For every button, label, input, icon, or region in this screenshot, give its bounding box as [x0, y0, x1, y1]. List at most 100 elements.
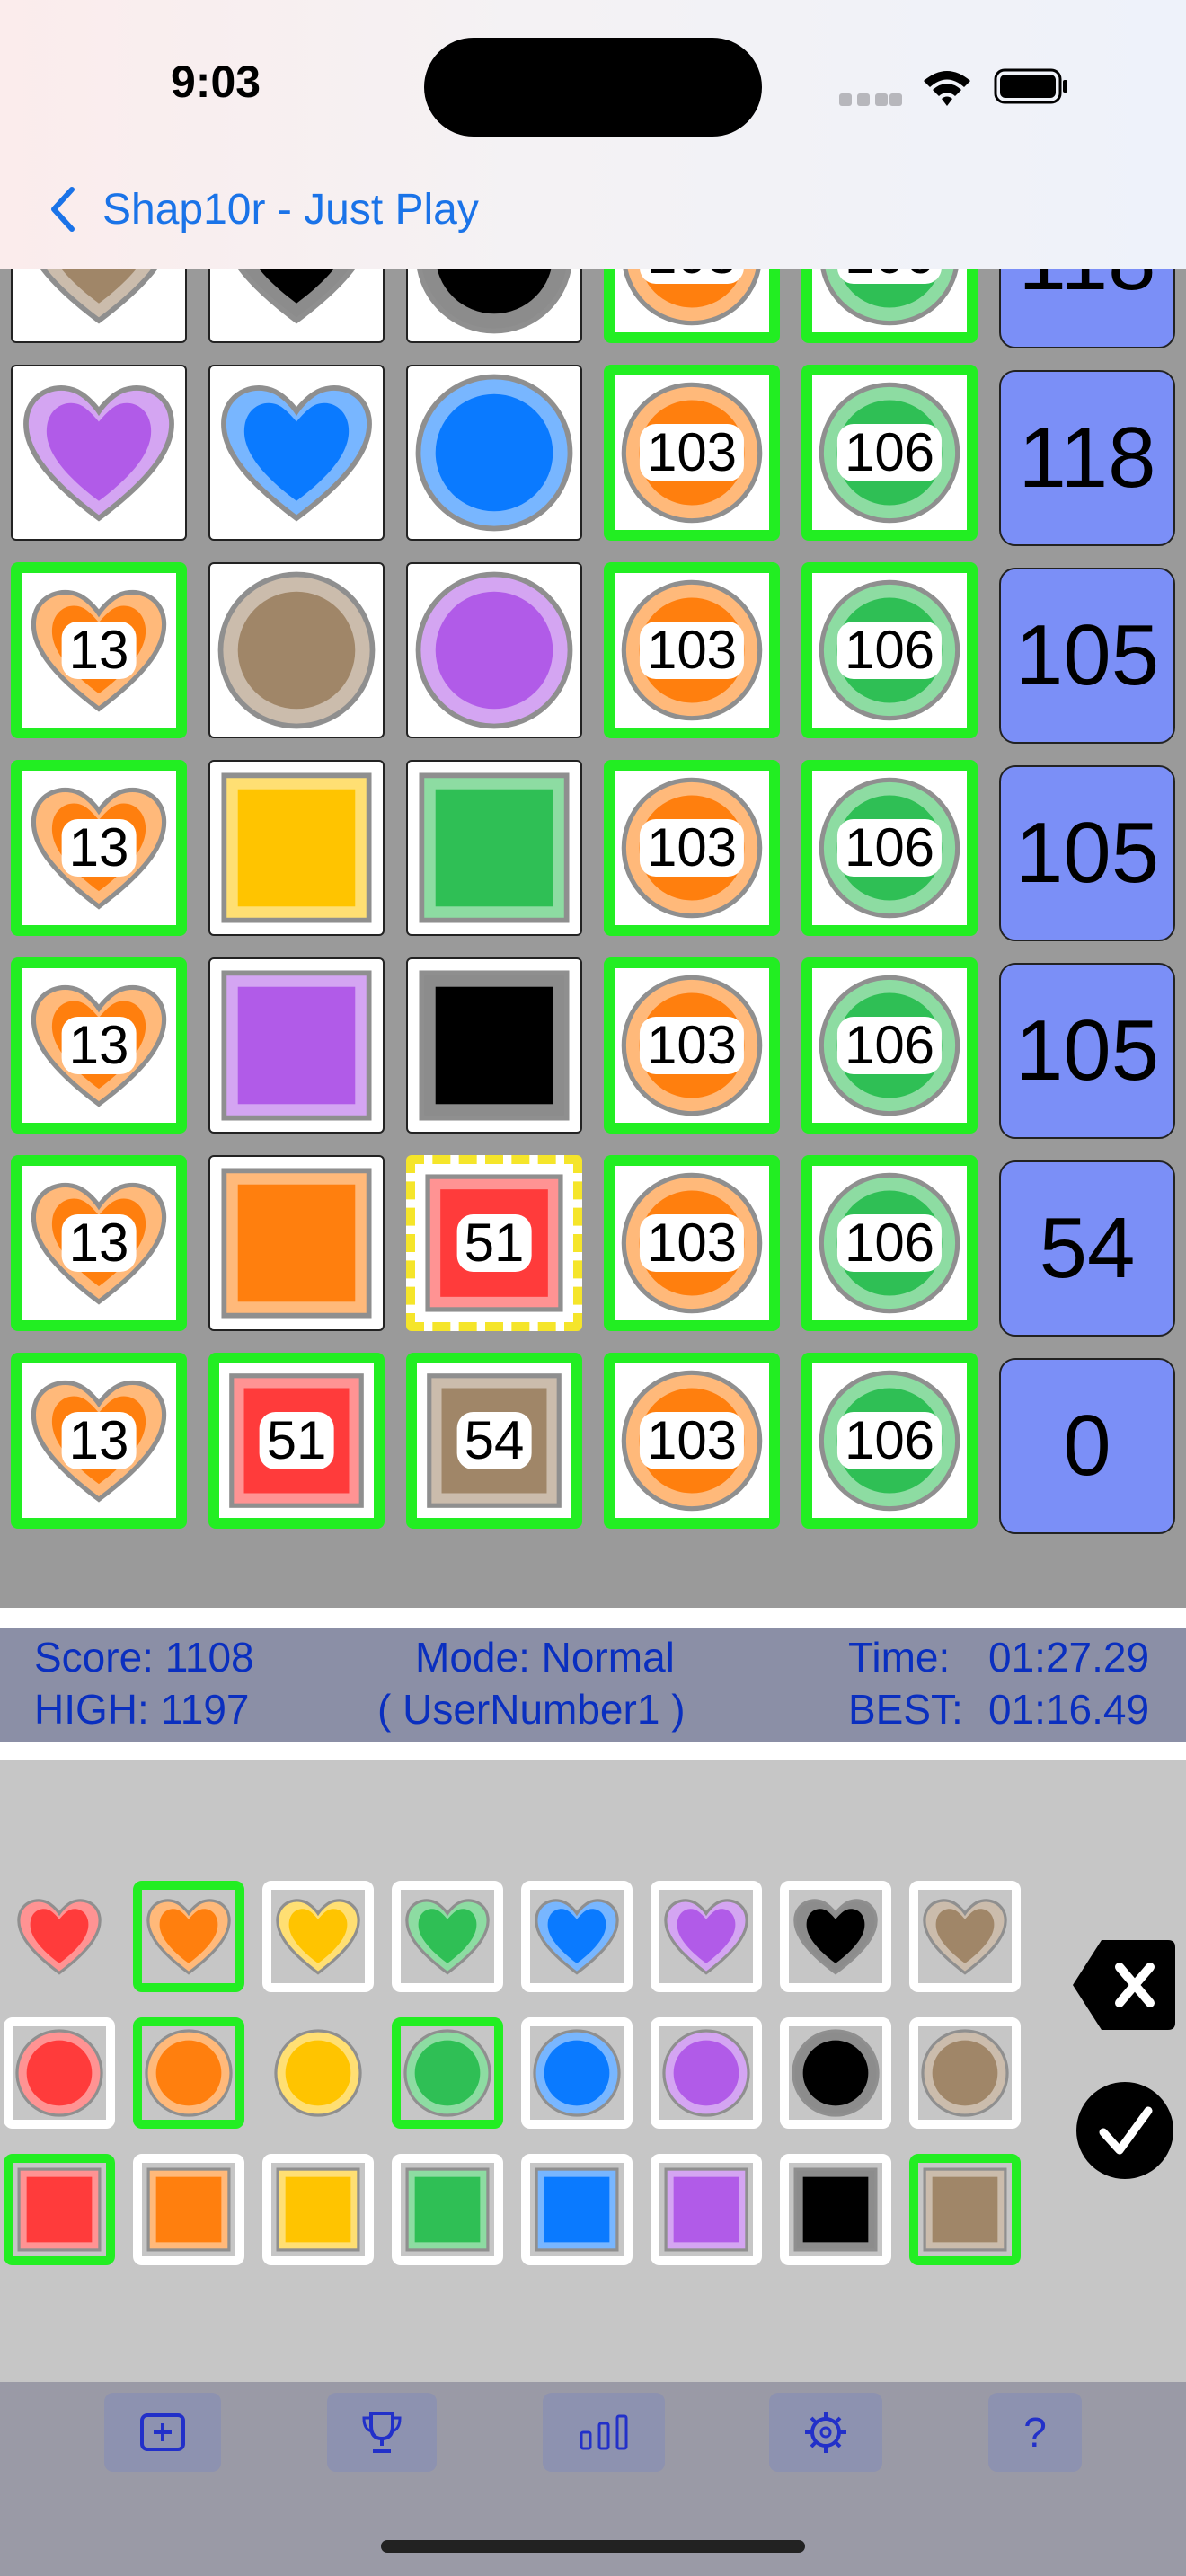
board-cell[interactable] [406, 365, 582, 541]
board-cell[interactable]: 13 [11, 1353, 187, 1529]
board-cell[interactable]: 106 [801, 269, 978, 343]
board-cell[interactable]: 13 [11, 1155, 187, 1331]
cell-number: 106 [836, 819, 943, 877]
palette-square-2[interactable] [262, 2154, 374, 2265]
square-icon [923, 2167, 1007, 2252]
palette-circle-7[interactable] [909, 2017, 1021, 2129]
circle-icon [921, 2029, 1009, 2117]
square-icon [221, 1168, 372, 1319]
palette-square-3[interactable] [392, 2154, 503, 2265]
board-cell[interactable]: 106 [801, 957, 978, 1134]
board-cell[interactable] [11, 269, 187, 343]
board-cell[interactable]: 54 [406, 1353, 582, 1529]
square-icon [419, 772, 570, 923]
palette-circle-2[interactable] [262, 2017, 374, 2129]
tab-leaderboard[interactable] [327, 2393, 437, 2472]
back-button[interactable]: Shap10r - Just Play [45, 178, 479, 241]
palette-circle-5[interactable] [651, 2017, 762, 2129]
cell-number: 51 [456, 1214, 532, 1272]
board-cell[interactable]: 106 [801, 1155, 978, 1331]
heart-icon [40, 269, 158, 324]
score-label: Score: 1108 [34, 1634, 254, 1681]
checkmark-icon[interactable] [1075, 2080, 1175, 2181]
tab-stats[interactable] [543, 2393, 665, 2472]
board-cell[interactable] [208, 562, 385, 738]
board-cell[interactable]: 103 [604, 269, 780, 343]
board-cell[interactable]: 103 [604, 365, 780, 541]
palette-square-5[interactable] [651, 2154, 762, 2265]
palette-square-0[interactable] [4, 2154, 115, 2265]
palette-circle-0[interactable] [4, 2017, 115, 2129]
cell-number: 13 [61, 622, 137, 679]
palette-square-4[interactable] [521, 2154, 633, 2265]
board-cell[interactable]: 51 [208, 1353, 385, 1529]
circle-icon [403, 2029, 491, 2117]
user-name[interactable]: ( UserNumber1 ) [377, 1685, 686, 1734]
heart-icon [535, 1899, 619, 1975]
palette-square-6[interactable] [780, 2154, 891, 2265]
board-cell[interactable]: 51 [406, 1155, 582, 1331]
board-cell[interactable] [208, 269, 385, 343]
palette-heart-3[interactable] [392, 1881, 503, 1992]
circle-icon [274, 2029, 362, 2117]
board-cell[interactable] [208, 957, 385, 1134]
board-cell[interactable]: 103 [604, 1155, 780, 1331]
heart-icon [923, 1899, 1007, 1975]
board-cell[interactable] [208, 760, 385, 936]
add-square-icon [140, 2413, 185, 2451]
board-cell[interactable]: 103 [604, 760, 780, 936]
cell-number: 54 [456, 1412, 532, 1469]
palette-square-1[interactable] [133, 2154, 244, 2265]
board-cell[interactable]: 106 [801, 760, 978, 936]
backspace-icon[interactable] [1069, 1936, 1179, 2033]
cell-number: 103 [639, 622, 745, 679]
tab-new-game[interactable] [104, 2393, 221, 2472]
board-cell[interactable] [406, 269, 582, 343]
palette-circle-3[interactable] [392, 2017, 503, 2129]
tab-settings[interactable] [769, 2393, 882, 2472]
board-cell[interactable]: 103 [604, 562, 780, 738]
cell-number: 103 [639, 819, 745, 877]
palette-heart-2[interactable] [262, 1881, 374, 1992]
palette-heart-4[interactable] [521, 1881, 633, 1992]
cell-number: 103 [639, 269, 745, 284]
board-cell[interactable]: 106 [801, 1353, 978, 1529]
palette-heart-5[interactable] [651, 1881, 762, 1992]
board-cell[interactable] [406, 760, 582, 936]
board-cell[interactable]: 106 [801, 562, 978, 738]
row-score: 0 [999, 1358, 1175, 1534]
mode-label: Mode: Normal [415, 1634, 675, 1681]
board-cell[interactable]: 13 [11, 562, 187, 738]
wifi-icon [924, 71, 970, 106]
palette-heart-1[interactable] [133, 1881, 244, 1992]
board-cell[interactable]: 13 [11, 957, 187, 1134]
palette-circle-4[interactable] [521, 2017, 633, 2129]
cell-number: 103 [639, 424, 745, 481]
board-cell[interactable] [406, 562, 582, 738]
heart-icon [23, 385, 174, 522]
shape-palette [0, 1760, 1186, 2382]
board-cell[interactable]: 103 [604, 957, 780, 1134]
square-icon [17, 2167, 102, 2252]
circle-icon [415, 374, 573, 532]
board-cell[interactable]: 13 [11, 760, 187, 936]
board-cell[interactable] [11, 365, 187, 541]
time-label: Time: [848, 1634, 951, 1681]
square-icon [276, 2167, 360, 2252]
board-cell[interactable] [208, 1155, 385, 1331]
header: 9:03 Shap10r - Just Play [0, 0, 1186, 269]
palette-heart-6[interactable] [780, 1881, 891, 1992]
board-cell[interactable] [208, 365, 385, 541]
palette-square-7[interactable] [909, 2154, 1021, 2265]
palette-heart-0[interactable] [4, 1881, 115, 1992]
row-score: 105 [999, 963, 1175, 1139]
palette-heart-7[interactable] [909, 1881, 1021, 1992]
palette-circle-1[interactable] [133, 2017, 244, 2129]
board-cell[interactable] [406, 957, 582, 1134]
board-cell[interactable]: 103 [604, 1353, 780, 1529]
info-panel: Score: 1108 Mode: Normal Time: 01:27.29 … [0, 1628, 1186, 1742]
tab-help[interactable]: ? [988, 2393, 1082, 2472]
palette-circle-6[interactable] [780, 2017, 891, 2129]
board-cell[interactable]: 106 [801, 365, 978, 541]
square-icon [793, 2167, 878, 2252]
